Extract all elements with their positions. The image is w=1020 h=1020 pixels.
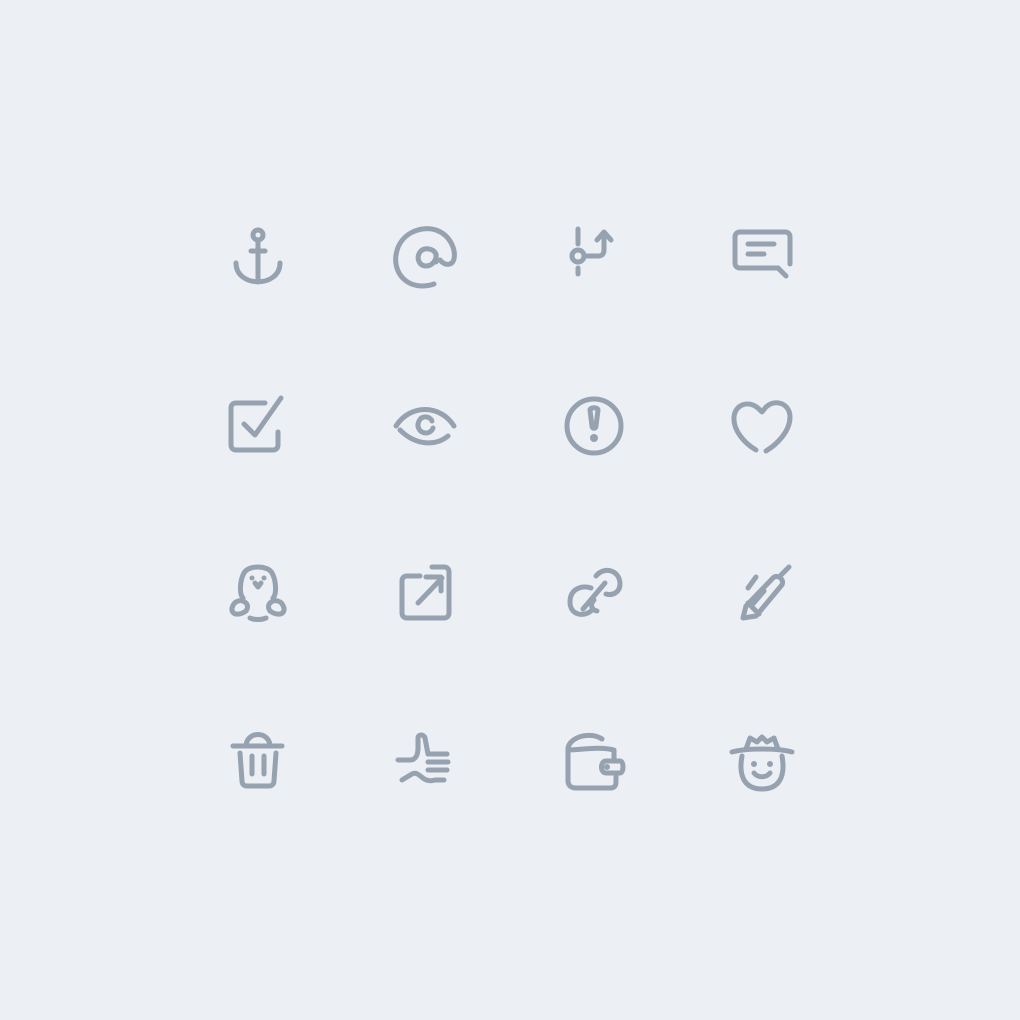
icon-cell[interactable]	[510, 678, 678, 846]
eye-icon	[393, 407, 457, 446]
at-sign-icon	[393, 226, 457, 289]
icon-cell[interactable]	[510, 510, 678, 678]
thumbs-up-icon	[395, 732, 451, 784]
git-branch-icon	[569, 226, 614, 277]
wallet-icon	[565, 732, 626, 791]
checkbox-icon	[228, 395, 284, 453]
icon-cell[interactable]	[342, 678, 510, 846]
icon-cell[interactable]	[174, 342, 342, 510]
external-link-icon	[399, 564, 452, 621]
icon-sheet	[0, 0, 1020, 1020]
icon-grid	[174, 174, 846, 846]
penguin-icon	[229, 564, 287, 622]
detective-icon	[729, 734, 795, 792]
anchor-icon	[233, 227, 283, 285]
message-icon	[732, 229, 793, 279]
icon-cell[interactable]	[678, 342, 846, 510]
icon-cell[interactable]	[678, 678, 846, 846]
trash-icon	[230, 732, 285, 789]
icon-cell[interactable]	[342, 174, 510, 342]
icon-cell[interactable]	[510, 174, 678, 342]
pen-icon	[740, 564, 792, 621]
icon-cell[interactable]	[174, 678, 342, 846]
icon-cell[interactable]	[174, 510, 342, 678]
icon-cell[interactable]	[174, 174, 342, 342]
link-icon	[567, 567, 623, 617]
heart-icon	[731, 400, 793, 454]
icon-cell[interactable]	[678, 174, 846, 342]
icon-cell[interactable]	[342, 510, 510, 678]
icon-cell[interactable]	[678, 510, 846, 678]
icon-cell[interactable]	[342, 342, 510, 510]
icon-cell[interactable]	[510, 342, 678, 510]
alert-circle-icon	[564, 396, 624, 456]
